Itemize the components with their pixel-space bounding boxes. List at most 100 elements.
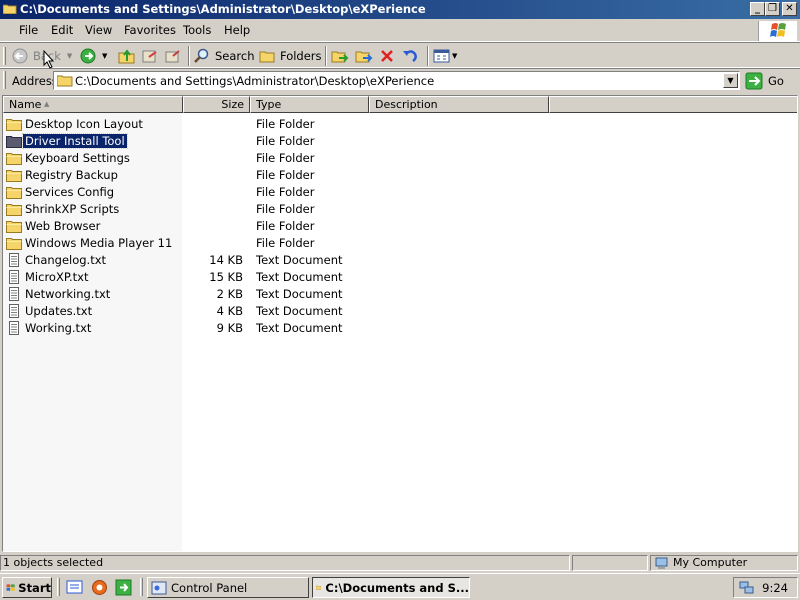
system-tray: 9:24 (733, 577, 798, 598)
text-document-icon (9, 287, 19, 301)
show-desktop-icon[interactable] (66, 579, 83, 596)
title-bar[interactable]: C:\Documents and Settings\Administrator\… (0, 0, 800, 19)
folders-icon (259, 51, 275, 63)
network-icon[interactable] (739, 580, 755, 595)
toolbar-grip[interactable] (3, 47, 6, 65)
maximize-button[interactable]: ❐ (765, 2, 780, 16)
toolbar-separator (188, 46, 190, 66)
taskbar-grip[interactable] (140, 578, 143, 596)
search-button[interactable]: Search (194, 47, 255, 65)
folder-row[interactable]: ShrinkXP Scripts File Folder (3, 201, 797, 218)
folder-row[interactable]: Registry Backup File Folder (3, 167, 797, 184)
menu-tools[interactable]: Tools (183, 23, 211, 37)
file-row[interactable]: Changelog.txt 14 KB Text Document (3, 252, 797, 269)
menu-view[interactable]: View (85, 23, 112, 37)
file-name[interactable]: ShrinkXP Scripts (23, 202, 121, 216)
folder-icon (3, 4, 17, 14)
back-dropdown-icon[interactable]: ▼ (67, 52, 72, 60)
file-name[interactable]: Web Browser (23, 219, 102, 233)
close-button[interactable]: ✕ (782, 2, 797, 16)
column-header-type[interactable]: Type (250, 96, 369, 113)
forward-button[interactable]: ▼ (80, 47, 107, 65)
folder-icon (316, 585, 322, 590)
task-label: C:\Documents and S... (325, 580, 469, 595)
file-row[interactable]: Networking.txt 2 KB Text Document (3, 286, 797, 303)
file-row[interactable]: MicroXP.txt 15 KB Text Document (3, 269, 797, 286)
menu-file[interactable]: File (19, 23, 38, 37)
file-name[interactable]: Desktop Icon Layout (23, 117, 145, 131)
media-player-icon[interactable] (115, 579, 132, 596)
folders-button[interactable]: Folders (259, 47, 322, 65)
text-document-icon (9, 304, 19, 318)
views-button[interactable]: ▼ (433, 47, 457, 65)
address-dropdown-button[interactable]: ▼ (723, 73, 738, 88)
task-explorer-window[interactable]: C:\Documents and S... (312, 577, 470, 598)
browser-icon[interactable] (91, 579, 108, 596)
menu-help[interactable]: Help (224, 23, 250, 37)
task-control-panel[interactable]: Control Panel (147, 577, 309, 598)
column-header-name[interactable]: Name ▲ (3, 96, 183, 113)
move-to-button[interactable] (141, 47, 159, 65)
views-dropdown-icon[interactable]: ▼ (452, 52, 457, 60)
delete-button[interactable] (379, 47, 395, 65)
file-type: Text Document (256, 270, 343, 284)
file-name[interactable]: Driver Install Tool (22, 133, 128, 149)
file-row[interactable]: Working.txt 9 KB Text Document (3, 320, 797, 337)
menu-favorites[interactable]: Favorites (124, 23, 176, 37)
minimize-button[interactable]: _ (750, 2, 765, 16)
column-header-size[interactable]: Size (183, 96, 250, 113)
status-zone-label: My Computer (673, 556, 748, 569)
folder-icon (6, 136, 22, 148)
file-name[interactable]: Services Config (23, 185, 116, 199)
folder-row[interactable]: Services Config File Folder (3, 184, 797, 201)
file-name[interactable]: Keyboard Settings (23, 151, 132, 165)
file-type: File Folder (256, 134, 315, 148)
file-size: 4 KB (216, 304, 243, 318)
undo-button[interactable] (402, 47, 418, 65)
go-button[interactable]: Go (745, 72, 784, 90)
windows-flag-icon (770, 23, 786, 37)
file-type: File Folder (256, 236, 315, 250)
file-name[interactable]: Changelog.txt (23, 253, 108, 267)
file-type: Text Document (256, 287, 343, 301)
file-name[interactable]: Registry Backup (23, 168, 120, 182)
folder-icon (6, 238, 22, 250)
folder-row[interactable]: Desktop Icon Layout File Folder (3, 116, 797, 133)
folder-row[interactable]: Web Browser File Folder (3, 218, 797, 235)
folder-icon (6, 153, 22, 165)
text-document-icon (9, 253, 19, 267)
folder-row[interactable]: Keyboard Settings File Folder (3, 150, 797, 167)
folder-icon (6, 187, 22, 199)
address-value: C:\Documents and Settings\Administrator\… (75, 74, 435, 88)
status-bar: 1 objects selected My Computer (0, 553, 800, 573)
quicklaunch-grip[interactable] (57, 578, 60, 596)
move-button[interactable] (331, 47, 349, 65)
file-name[interactable]: Windows Media Player 11 (23, 236, 174, 250)
forward-arrow-icon (80, 48, 96, 64)
file-list[interactable]: Name ▲ Size Type Description Desktop Ico… (2, 95, 798, 552)
menu-edit[interactable]: Edit (51, 23, 73, 37)
column-header-description[interactable]: Description (369, 96, 549, 113)
address-input[interactable]: C:\Documents and Settings\Administrator\… (53, 71, 740, 90)
forward-dropdown-icon[interactable]: ▼ (102, 52, 107, 60)
file-type: Text Document (256, 304, 343, 318)
file-row[interactable]: Updates.txt 4 KB Text Document (3, 303, 797, 320)
file-name[interactable]: Updates.txt (23, 304, 94, 318)
file-name[interactable]: Working.txt (23, 321, 93, 335)
clock[interactable]: 9:24 (762, 581, 788, 595)
copy-to-button[interactable] (164, 47, 182, 65)
up-folder-button[interactable] (118, 47, 136, 65)
folder-row[interactable]: Windows Media Player 11 File Folder (3, 235, 797, 252)
folder-row[interactable]: Driver Install Tool File Folder (3, 133, 797, 150)
text-document-icon (9, 270, 19, 284)
file-name[interactable]: MicroXP.txt (23, 270, 90, 284)
file-type: Text Document (256, 321, 343, 335)
file-name[interactable]: Networking.txt (23, 287, 112, 301)
start-button[interactable]: Start (2, 577, 52, 598)
copy-button[interactable] (355, 47, 373, 65)
address-grip[interactable] (3, 71, 6, 89)
sort-ascending-icon: ▲ (44, 100, 50, 108)
search-icon (194, 48, 209, 63)
file-size: 14 KB (209, 253, 243, 267)
status-selection: 1 objects selected (0, 555, 570, 571)
